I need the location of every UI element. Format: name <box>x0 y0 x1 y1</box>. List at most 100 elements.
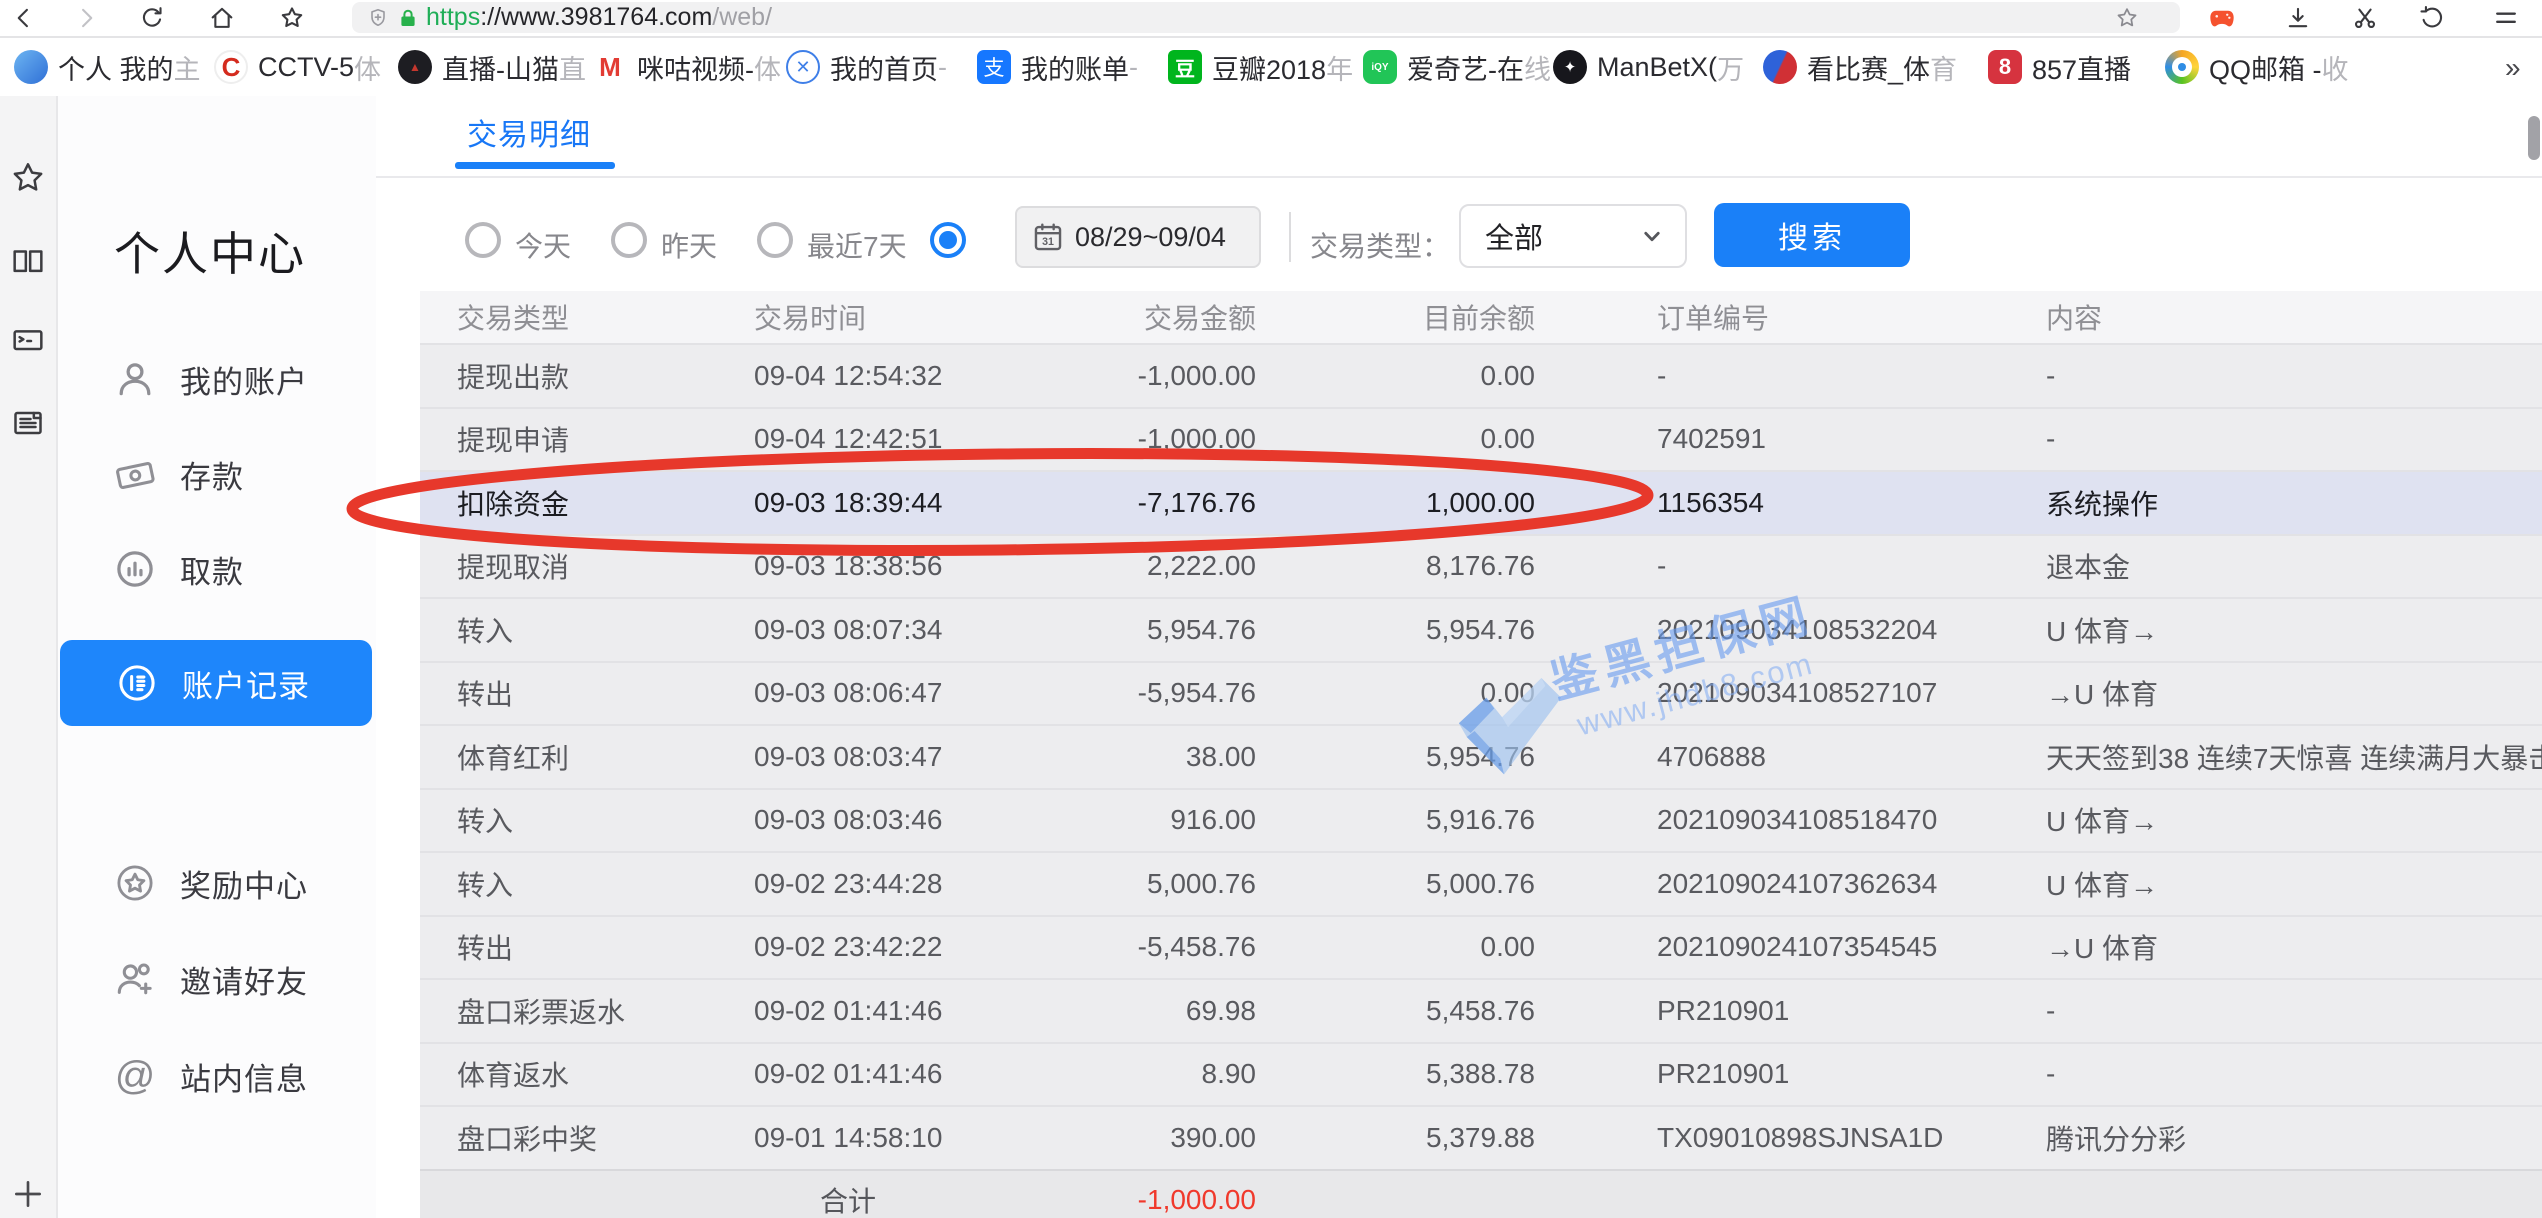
bookmark-item[interactable]: ▲直播-山猫直 <box>398 49 586 85</box>
menu-icon[interactable] <box>2492 4 2520 32</box>
cell: U 体育→ <box>2046 610 2542 650</box>
forward-icon[interactable] <box>72 4 100 32</box>
bookmark-item[interactable]: 个人 我的主 <box>14 49 201 85</box>
black-cat-icon: ▲ <box>398 50 432 84</box>
bookmark-label: QQ邮箱 - <box>2209 48 2322 87</box>
notes-icon[interactable] <box>8 403 48 443</box>
bookmark-item[interactable]: 看比赛_体育 <box>1763 49 1957 85</box>
sidebar-item-label: 我的账户 <box>180 357 308 402</box>
bookmark-label: 咪咕视频- <box>637 48 754 87</box>
sidebar-item-6[interactable]: 奖励中心 <box>58 840 376 926</box>
gamepad-extension-icon[interactable] <box>2208 4 2236 32</box>
transaction-type-select[interactable]: 全部 <box>1459 204 1687 268</box>
download-icon[interactable] <box>2284 4 2312 32</box>
bookmarks-overflow-chevron[interactable]: » <box>2505 52 2521 84</box>
table-row[interactable]: 提现申请09-04 12:42:51-1,000.000.007402591- <box>420 407 2542 471</box>
bookmark-item[interactable]: M咪咕视频-体 <box>593 49 781 85</box>
sidebar-item-1[interactable]: 我的账户 <box>58 336 376 422</box>
table-row[interactable]: 体育返水09-02 01:41:468.905,388.78PR210901- <box>420 1042 2542 1106</box>
table-row[interactable]: 转入09-03 08:03:46916.005,916.762021090341… <box>420 788 2542 852</box>
column-header: 交易金额 <box>1084 297 1256 337</box>
browser-toolbar: https://www.3981764.com/web/ <box>0 0 2542 38</box>
radio-label[interactable]: 今天 <box>515 225 571 265</box>
bookmark-label-truncated: 万 <box>1717 48 1744 87</box>
invite-friends-icon <box>112 956 158 1002</box>
manbetx-icon: ✦ <box>1553 50 1587 84</box>
table-row[interactable]: 转入09-03 08:07:345,954.765,954.7620210903… <box>420 597 2542 661</box>
bookmark-item[interactable]: ✦ManBetX(万 <box>1553 49 1744 85</box>
table-row[interactable]: 提现取消09-03 18:38:562,222.008,176.76-退本金 <box>420 534 2542 598</box>
scrollbar-thumb[interactable] <box>2528 116 2540 160</box>
bookmark-item[interactable]: iQY爱奇艺-在线 <box>1363 49 1551 85</box>
address-bar[interactable]: https://www.3981764.com/web/ <box>352 2 2180 33</box>
cell: 09-03 18:38:56 <box>754 550 1084 582</box>
cell: 202109024107354545 <box>1535 931 2046 963</box>
table-row[interactable]: 盘口彩中奖09-01 14:58:10390.005,379.88TX09010… <box>420 1105 2542 1169</box>
sidebar-item-5[interactable]: 账户记录 <box>60 640 372 726</box>
radio-今天[interactable] <box>465 222 501 258</box>
table-row[interactable]: 转出09-02 23:42:22-5,458.760.0020210902410… <box>420 915 2542 979</box>
table-row[interactable]: 转出09-03 08:06:47-5,954.760.0020210903410… <box>420 661 2542 725</box>
cell: 202109034108527107 <box>1535 677 2046 709</box>
bookmark-item[interactable]: CCCTV-5体 <box>214 49 381 85</box>
account-sidebar: 个人中心 我的账户存款取款投注记录账户记录奖励中心邀请好友@站内信息 <box>58 96 376 1218</box>
table-row[interactable]: 盘口彩票返水09-02 01:41:4669.985,458.76PR21090… <box>420 978 2542 1042</box>
add-icon[interactable] <box>8 1174 48 1214</box>
cell: 退本金 <box>2046 546 2542 586</box>
bookmark-item[interactable]: QQ邮箱 - 收 <box>2165 49 2349 85</box>
transaction-type-value: 全部 <box>1485 215 1543 257</box>
date-range-picker[interactable]: 31 08/29~09/04 <box>1015 206 1261 268</box>
url-path: /web/ <box>712 3 772 31</box>
cell: - <box>2046 1058 2542 1090</box>
table-row-highlighted[interactable]: 扣除资金09-03 18:39:44-7,176.761,000.0011563… <box>420 470 2542 534</box>
back-icon[interactable] <box>10 4 38 32</box>
sidebar-item-3[interactable]: 取款 <box>58 526 376 612</box>
bookmark-item[interactable]: 8857直播 <box>1988 49 2131 85</box>
home-icon[interactable] <box>208 4 236 32</box>
cell: - <box>1535 360 2046 392</box>
terminal-icon[interactable] <box>8 320 48 360</box>
radio-label[interactable]: 最近7天 <box>807 225 907 265</box>
table-row[interactable]: 转入09-02 23:44:285,000.765,000.7620210902… <box>420 851 2542 915</box>
cell: 1,000.00 <box>1256 487 1535 519</box>
bookmark-item[interactable]: ✕我的首页 - <box>786 49 947 85</box>
alipay-icon: 支 <box>977 50 1011 84</box>
favorites-star-icon[interactable] <box>278 4 306 32</box>
star-icon[interactable] <box>8 158 48 198</box>
transactions-table: 交易类型交易时间交易金额目前余额订单编号内容 提现出款09-04 12:54:3… <box>420 291 2542 1218</box>
column-header: 目前余额 <box>1256 297 1535 337</box>
857-live-icon: 8 <box>1988 50 2022 84</box>
record-list-icon <box>114 660 160 706</box>
search-button[interactable]: 搜索 <box>1714 203 1910 267</box>
sidebar-item-label: 存款 <box>180 452 244 497</box>
radio-昨天[interactable] <box>611 222 647 258</box>
sidebar-item-8[interactable]: @站内信息 <box>58 1033 376 1119</box>
table-row[interactable]: 体育红利09-03 08:03:4738.005,954.764706888天天… <box>420 724 2542 788</box>
column-header: 交易时间 <box>754 297 1084 337</box>
total-label: 合计 <box>754 1180 1084 1218</box>
cell: 09-03 08:03:46 <box>754 804 1084 836</box>
cell: -5,954.76 <box>1084 677 1256 709</box>
transaction-type-label: 交易类型： <box>1310 225 1450 265</box>
cell: 扣除资金 <box>420 483 754 523</box>
bookmark-star-icon[interactable] <box>2114 5 2140 31</box>
scissors-icon[interactable] <box>2351 4 2379 32</box>
radio-label[interactable]: 昨天 <box>661 225 717 265</box>
undo-icon[interactable] <box>2418 4 2446 32</box>
page-title: 个人中心 <box>114 218 306 284</box>
radio-最近7天[interactable] <box>757 222 793 258</box>
sidebar-item-2[interactable]: 存款 <box>58 431 376 517</box>
bookmark-item[interactable]: 支我的账单 - <box>977 49 1138 85</box>
book-icon[interactable] <box>8 241 48 281</box>
bookmark-item[interactable]: 豆豆瓣2018年 <box>1168 49 1353 85</box>
radio-custom-range[interactable] <box>930 222 966 258</box>
reload-icon[interactable] <box>138 4 166 32</box>
table-row[interactable]: 提现出款09-04 12:54:32-1,000.000.00-- <box>420 343 2542 407</box>
bookmark-label: 我的账单 <box>1021 48 1129 87</box>
cell: -1,000.00 <box>1084 423 1256 455</box>
bookmarks-bar: » 个人 我的主 CCCTV-5体 ▲直播-山猫直M咪咕视频-体✕我的首页 - 支我的… <box>0 38 2542 98</box>
cell: 转入 <box>420 800 754 840</box>
sidebar-item-7[interactable]: 邀请好友 <box>58 936 376 1022</box>
shield-plus-icon[interactable] <box>366 6 390 30</box>
tab-transaction-details[interactable]: 交易明细 <box>467 110 591 154</box>
